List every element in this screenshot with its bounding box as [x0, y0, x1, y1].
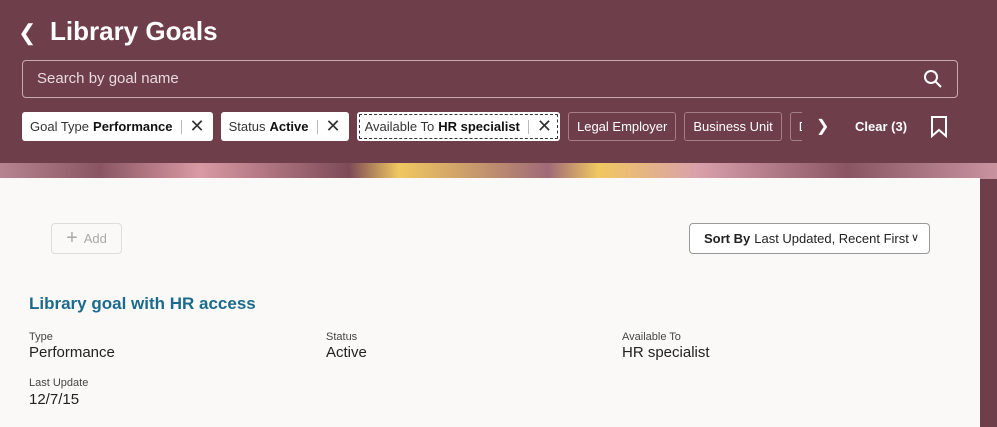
filter-value: Performance: [93, 119, 173, 134]
filter-label: Available To: [364, 119, 435, 134]
decorative-banner: [0, 163, 997, 179]
add-label: Add: [83, 231, 107, 246]
filter-label: Status: [228, 119, 266, 134]
plus-icon: +: [66, 227, 78, 249]
field-value-status: Active: [326, 344, 367, 361]
back-icon[interactable]: ❮: [18, 20, 36, 46]
sort-dropdown[interactable]: Sort By Last Updated, Recent First ∨: [689, 223, 930, 254]
bookmark-icon[interactable]: [930, 116, 948, 138]
field-value-available-to: HR specialist: [622, 344, 710, 361]
filter-chip-goal-type[interactable]: Goal Type Performance ✕: [22, 112, 213, 141]
close-icon[interactable]: ✕: [537, 116, 552, 137]
search-input[interactable]: Search by goal name: [22, 60, 958, 98]
chevron-down-icon: ∨: [910, 232, 919, 244]
add-button[interactable]: + Add: [51, 223, 122, 254]
page-header: ❮ Library Goals Search by goal name Goal…: [0, 0, 997, 165]
filter-value: HR specialist: [438, 119, 520, 134]
field-value-type: Performance: [29, 344, 115, 361]
close-icon[interactable]: ✕: [190, 116, 205, 137]
filter-bar: Goal Type Performance ✕ Status Active ✕ Avai…: [22, 112, 802, 141]
filter-chip-available-to[interactable]: Available To HR specialist ✕: [356, 112, 560, 141]
goal-title-link[interactable]: Library goal with HR access: [29, 294, 256, 314]
filter-legal-employer[interactable]: Legal Employer: [567, 112, 677, 141]
close-icon[interactable]: ✕: [326, 116, 341, 137]
field-label-last-update: Last Update: [29, 377, 89, 389]
filter-business-unit[interactable]: Business Unit: [684, 112, 782, 141]
search-icon[interactable]: [923, 69, 943, 89]
page-title: Library Goals: [50, 16, 218, 46]
clear-filters-button[interactable]: Clear (3): [855, 119, 907, 134]
chevron-right-icon[interactable]: ❯: [816, 116, 829, 136]
filter-department[interactable]: Departm: [789, 112, 802, 141]
sort-value: Last Updated, Recent First: [754, 231, 909, 246]
field-value-last-update: 12/7/15: [29, 391, 80, 408]
search-placeholder: Search by goal name: [37, 70, 179, 87]
sort-prefix: Sort By: [704, 231, 751, 246]
filter-label: Goal Type: [30, 119, 90, 134]
filter-value: Active: [269, 119, 309, 134]
field-label-available-to: Available To: [622, 331, 681, 343]
filter-chip-status[interactable]: Status Active ✕: [220, 112, 349, 141]
field-label-type: Type: [29, 331, 53, 343]
field-label-status: Status: [326, 331, 358, 343]
